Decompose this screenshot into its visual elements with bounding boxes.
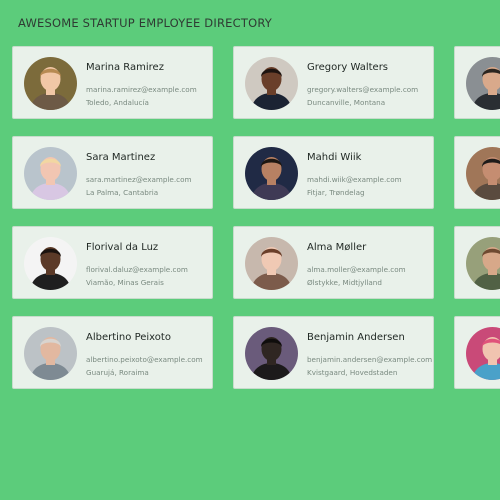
avatar bbox=[245, 237, 298, 290]
employee-email: florival.daluz@example.com bbox=[86, 265, 188, 274]
avatar bbox=[466, 57, 500, 110]
employee-name: Marina Ramirez bbox=[86, 62, 164, 73]
employee-name: Gregory Walters bbox=[307, 62, 389, 73]
employee-card[interactable]: Gregory Walters gregory.walters@example.c… bbox=[233, 46, 434, 119]
avatar bbox=[466, 147, 500, 200]
avatar-photo bbox=[466, 327, 500, 380]
avatar-photo bbox=[245, 237, 298, 290]
employee-email: albertino.peixoto@example.com bbox=[86, 355, 203, 364]
avatar bbox=[24, 57, 77, 110]
avatar bbox=[466, 327, 500, 380]
avatar bbox=[466, 237, 500, 290]
avatar bbox=[245, 57, 298, 110]
employee-name: Florival da Luz bbox=[86, 242, 159, 253]
employee-card[interactable]: Albertino Peixoto albertino.peixoto@examp… bbox=[12, 316, 213, 389]
page-title: AWESOME STARTUP EMPLOYEE DIRECTORY bbox=[18, 16, 272, 30]
employee-location: Ølstykke, Midtjylland bbox=[307, 278, 382, 287]
avatar-photo bbox=[24, 237, 77, 290]
employee-name: Albertino Peixoto bbox=[86, 332, 171, 343]
employee-card[interactable]: Sara Martinez sara.martinez@example.com La… bbox=[12, 136, 213, 209]
employee-location: Kvistgaard, Hovedstaden bbox=[307, 368, 398, 377]
employee-email: alma.moller@example.com bbox=[307, 265, 406, 274]
employee-grid: Marina Ramirez marina.ramirez@example.com… bbox=[12, 46, 500, 389]
avatar bbox=[245, 147, 298, 200]
employee-name: Sara Martinez bbox=[86, 152, 156, 163]
employee-email: sara.martinez@example.com bbox=[86, 175, 192, 184]
employee-card[interactable]: Benjamin Andersen benjamin.andersen@examp… bbox=[233, 316, 434, 389]
employee-card[interactable]: Florival da Luz florival.daluz@example.co… bbox=[12, 226, 213, 299]
directory-page: AWESOME STARTUP EMPLOYEE DIRECTORY Marin… bbox=[0, 0, 500, 500]
avatar-photo bbox=[245, 327, 298, 380]
avatar bbox=[24, 327, 77, 380]
employee-email: marina.ramirez@example.com bbox=[86, 85, 197, 94]
employee-email: benjamin.andersen@example.com bbox=[307, 355, 433, 364]
avatar-photo bbox=[24, 57, 77, 110]
avatar-photo bbox=[24, 147, 77, 200]
avatar-photo bbox=[466, 237, 500, 290]
employee-email: mahdi.wiik@example.com bbox=[307, 175, 402, 184]
employee-card[interactable] bbox=[454, 136, 500, 209]
avatar bbox=[245, 327, 298, 380]
avatar bbox=[24, 237, 77, 290]
avatar bbox=[24, 147, 77, 200]
avatar-photo bbox=[466, 57, 500, 110]
avatar-photo bbox=[245, 57, 298, 110]
avatar-photo bbox=[24, 327, 77, 380]
avatar-photo bbox=[466, 147, 500, 200]
employee-card[interactable]: Alma Møller alma.moller@example.com Ølstyk… bbox=[233, 226, 434, 299]
employee-location: Guarujá, Roraima bbox=[86, 368, 149, 377]
employee-name: Mahdi Wiik bbox=[307, 152, 362, 163]
employee-location: Viamão, Minas Gerais bbox=[86, 278, 164, 287]
employee-name: Alma Møller bbox=[307, 242, 367, 253]
employee-location: Fitjar, Trøndelag bbox=[307, 188, 365, 197]
employee-location: Duncanville, Montana bbox=[307, 98, 386, 107]
employee-card[interactable] bbox=[454, 226, 500, 299]
employee-location: Toledo, Andalucía bbox=[86, 98, 149, 107]
employee-card[interactable]: Marina Ramirez marina.ramirez@example.com… bbox=[12, 46, 213, 119]
avatar-photo bbox=[245, 147, 298, 200]
employee-name: Benjamin Andersen bbox=[307, 332, 405, 343]
employee-email: gregory.walters@example.com bbox=[307, 85, 419, 94]
employee-location: La Palma, Cantabria bbox=[86, 188, 159, 197]
employee-card[interactable]: Mahdi Wiik mahdi.wiik@example.com Fitjar, … bbox=[233, 136, 434, 209]
employee-card[interactable] bbox=[454, 46, 500, 119]
employee-card[interactable] bbox=[454, 316, 500, 389]
